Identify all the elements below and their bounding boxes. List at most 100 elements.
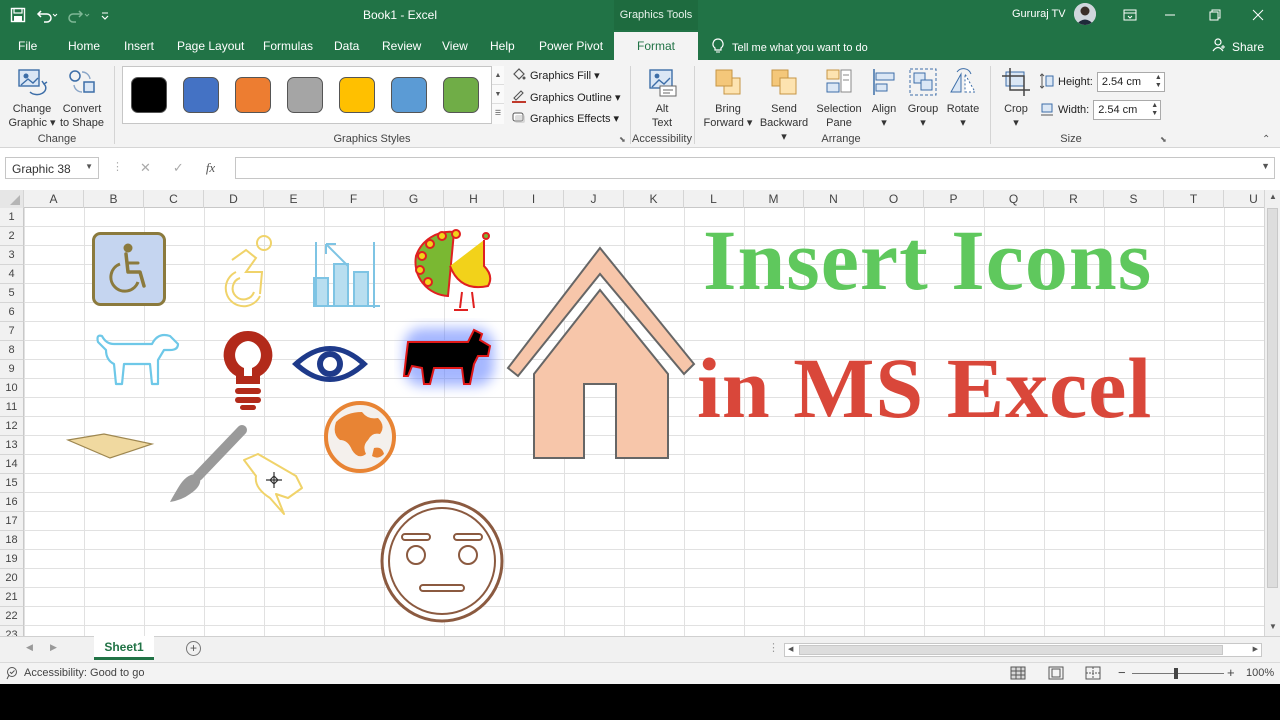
vertical-scrollbar[interactable]: ▲ ▼ <box>1264 190 1280 636</box>
row-header[interactable]: 9 <box>0 360 24 379</box>
row-header[interactable]: 5 <box>0 284 24 303</box>
tab-home[interactable]: Home <box>68 39 100 53</box>
alt-text-button[interactable]: Alt Text <box>638 66 686 130</box>
scroll-right-icon[interactable]: ▶ <box>1253 645 1258 653</box>
column-header[interactable]: E <box>264 190 324 208</box>
next-sheet-icon[interactable]: ▶ <box>50 642 57 653</box>
tab-view[interactable]: View <box>442 39 468 53</box>
column-header[interactable]: A <box>24 190 84 208</box>
eye-icon[interactable] <box>290 340 370 391</box>
avatar[interactable] <box>1074 3 1096 25</box>
enter-icon[interactable]: ✓ <box>173 160 184 176</box>
row-header[interactable]: 6 <box>0 303 24 322</box>
column-header[interactable]: R <box>1044 190 1104 208</box>
row-header[interactable]: 11 <box>0 398 24 417</box>
wheelchair-icon[interactable] <box>92 232 166 309</box>
style-swatch-orange[interactable] <box>235 77 271 113</box>
add-sheet-icon[interactable]: + <box>186 641 201 656</box>
align-button[interactable]: Align ▾ <box>866 66 902 130</box>
column-header[interactable]: H <box>444 190 504 208</box>
prev-sheet-icon[interactable]: ◀ <box>26 642 33 653</box>
tab-review[interactable]: Review <box>382 39 421 53</box>
height-spinner[interactable]: ▲ ▼ <box>1155 74 1162 90</box>
row-header[interactable]: 15 <box>0 474 24 493</box>
column-header[interactable]: F <box>324 190 384 208</box>
graphics-fill-button[interactable]: Graphics Fill ▾ <box>512 67 600 84</box>
row-header[interactable]: 12 <box>0 417 24 436</box>
banner-line-2[interactable]: in MS Excel <box>697 338 1152 438</box>
row-header[interactable]: 3 <box>0 246 24 265</box>
tab-formulas[interactable]: Formulas <box>263 39 313 53</box>
gallery-down-icon[interactable]: ▼ <box>492 85 504 104</box>
minimize-icon[interactable] <box>1160 5 1180 25</box>
customize-qat-icon[interactable] <box>100 5 110 25</box>
row-header[interactable]: 22 <box>0 607 24 626</box>
graphics-effects-button[interactable]: Graphics Effects ▾ <box>512 110 619 127</box>
column-header[interactable]: P <box>924 190 984 208</box>
ribbon-display-options-icon[interactable] <box>1120 5 1140 25</box>
zoom-slider[interactable] <box>1132 668 1224 679</box>
status-text[interactable]: Accessibility: Good to go <box>24 667 144 679</box>
dialog-launcher-icon[interactable]: ⬊ <box>619 135 626 144</box>
banner-line-1[interactable]: Insert Icons <box>703 210 1152 310</box>
scroll-thumb[interactable] <box>1267 208 1278 588</box>
rotate-button[interactable]: Rotate ▾ <box>944 66 982 130</box>
row-header[interactable]: 4 <box>0 265 24 284</box>
column-header[interactable]: S <box>1104 190 1164 208</box>
pushpin-icon[interactable] <box>240 450 314 525</box>
style-swatch-gold[interactable] <box>339 77 375 113</box>
column-header[interactable]: G <box>384 190 444 208</box>
column-header[interactable]: D <box>204 190 264 208</box>
column-header[interactable]: I <box>504 190 564 208</box>
gallery-scroll[interactable]: ▲ ▼ ☰ <box>491 66 504 124</box>
zoom-in-icon[interactable]: + <box>1227 665 1235 680</box>
scroll-down-icon[interactable]: ▼ <box>1269 622 1277 631</box>
dog-icon[interactable] <box>94 330 182 391</box>
insert-function-icon[interactable]: fx <box>206 160 215 176</box>
row-header[interactable]: 20 <box>0 569 24 588</box>
neutral-face-icon[interactable] <box>378 498 506 627</box>
row-header[interactable]: 8 <box>0 341 24 360</box>
height-input[interactable]: 2.54 cm ▲ ▼ <box>1096 72 1165 92</box>
close-icon[interactable] <box>1248 5 1268 25</box>
house-icon[interactable] <box>504 244 700 467</box>
map-icon[interactable] <box>64 432 156 463</box>
lightbulb-icon[interactable] <box>220 328 276 415</box>
row-header[interactable]: 16 <box>0 493 24 512</box>
width-input[interactable]: 2.54 cm ▲ ▼ <box>1093 100 1162 120</box>
growth-chart-icon[interactable] <box>312 238 382 313</box>
style-swatch-green[interactable] <box>443 77 479 113</box>
group-button[interactable]: Group ▾ <box>904 66 942 130</box>
convert-to-shape-button[interactable]: Convert to Shape <box>58 66 106 130</box>
column-header[interactable]: L <box>684 190 744 208</box>
row-header[interactable]: 21 <box>0 588 24 607</box>
tab-format[interactable]: Format <box>614 32 698 60</box>
row-header[interactable]: 13 <box>0 436 24 455</box>
name-box[interactable]: Graphic 38 ▼ <box>5 157 99 179</box>
row-header[interactable]: 17 <box>0 512 24 531</box>
page-break-view-icon[interactable] <box>1085 666 1101 683</box>
tab-power-pivot[interactable]: Power Pivot <box>539 39 603 53</box>
graphics-outline-button[interactable]: Graphics Outline ▾ <box>512 89 621 106</box>
column-header[interactable]: Q <box>984 190 1044 208</box>
column-header[interactable]: N <box>804 190 864 208</box>
tell-me-search[interactable]: Tell me what you want to do <box>712 38 868 57</box>
page-layout-view-icon[interactable] <box>1048 666 1064 683</box>
gallery-more-icon[interactable]: ☰ <box>492 104 504 123</box>
row-header[interactable]: 19 <box>0 550 24 569</box>
style-swatch-black[interactable] <box>131 77 167 113</box>
width-spinner[interactable]: ▲ ▼ <box>1151 102 1158 118</box>
expand-formula-bar-icon[interactable]: ▼ <box>1261 161 1270 171</box>
row-header[interactable]: 23 <box>0 626 24 636</box>
row-header[interactable]: 14 <box>0 455 24 474</box>
cancel-icon[interactable]: ✕ <box>140 160 151 176</box>
style-swatch-blue[interactable] <box>183 77 219 113</box>
row-header[interactable]: 2 <box>0 227 24 246</box>
size-dialog-launcher-icon[interactable]: ⬊ <box>1160 135 1167 144</box>
zoom-out-icon[interactable]: − <box>1118 665 1126 680</box>
tab-help[interactable]: Help <box>490 39 515 53</box>
user-name[interactable]: Gururaj TV <box>1012 8 1066 20</box>
chevron-down-icon[interactable]: ▼ <box>85 162 93 171</box>
style-swatch-gray[interactable] <box>287 77 323 113</box>
crop-button[interactable]: Crop ▾ <box>996 66 1036 130</box>
